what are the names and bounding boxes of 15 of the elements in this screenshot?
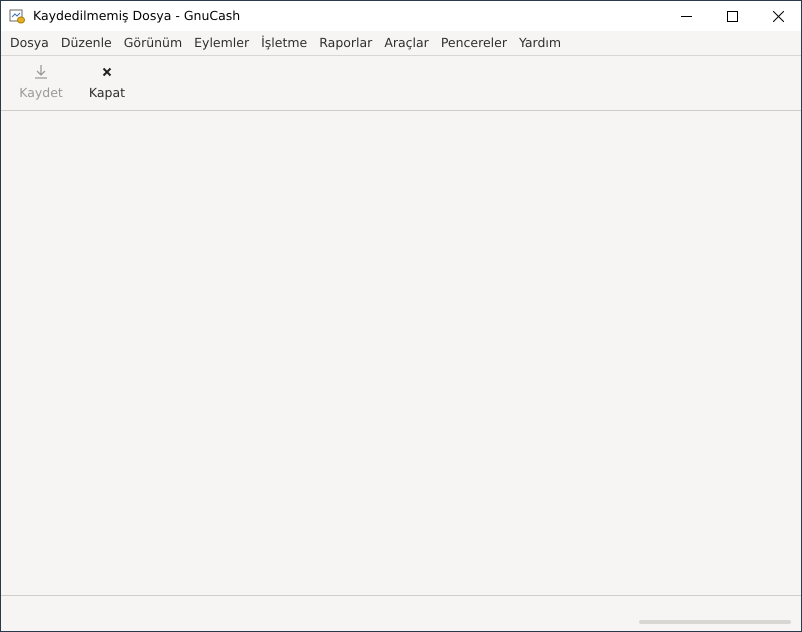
toolbar-button[interactable]: Kapat [79, 60, 135, 106]
download-icon [33, 64, 49, 80]
menu-item[interactable]: Eylemler [188, 34, 256, 52]
menu-item[interactable]: Raporlar [313, 34, 378, 52]
app-icon [9, 8, 25, 24]
maximize-icon [726, 10, 738, 22]
close-icon [772, 10, 784, 22]
menu-item[interactable]: Düzenle [54, 34, 118, 52]
menu-item[interactable]: Araçlar [378, 34, 435, 52]
menu-item[interactable]: İşletme [255, 34, 314, 52]
menu-item[interactable]: Yardım [512, 34, 568, 52]
menu-item[interactable]: Dosya [4, 34, 55, 52]
window-title: Kaydedilmemiş Dosya - GnuCash [33, 6, 240, 25]
menu-item[interactable]: Pencereler [434, 34, 513, 52]
menu-item[interactable]: Görünüm [118, 34, 188, 52]
